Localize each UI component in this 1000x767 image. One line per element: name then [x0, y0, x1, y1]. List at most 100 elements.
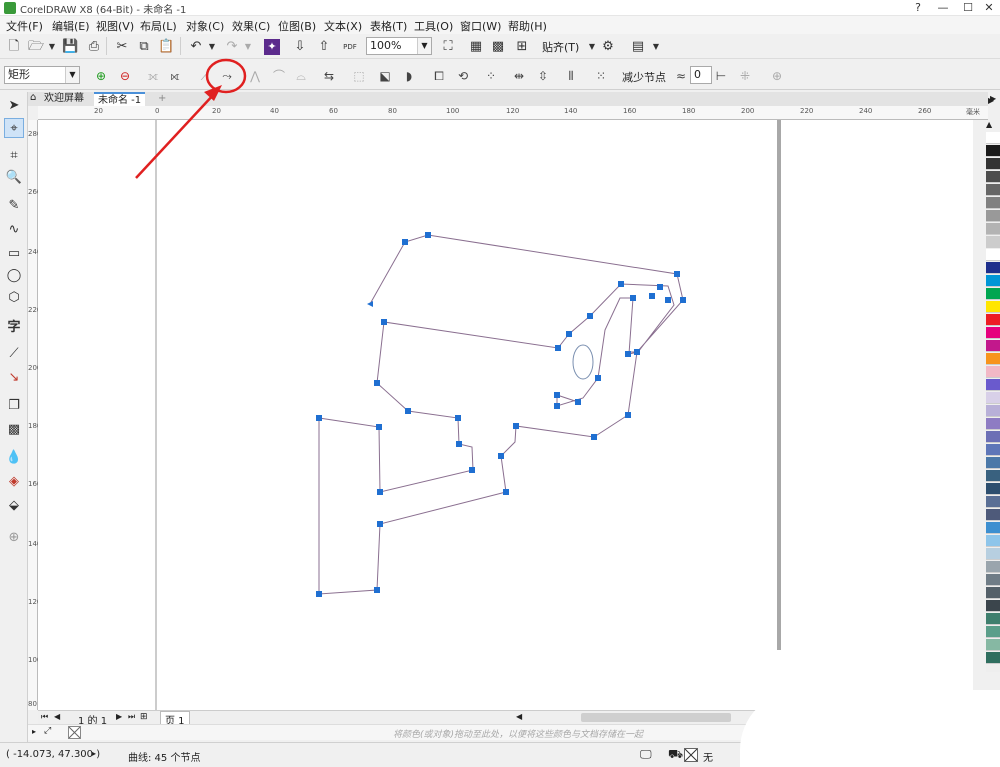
prev-page-icon[interactable]: ◀ [54, 712, 60, 721]
select-all-nodes-icon[interactable]: ⁙ [592, 67, 610, 85]
outline-color-swatch[interactable] [684, 748, 698, 762]
palette-swatch[interactable] [986, 249, 1000, 261]
align-nodes-icon[interactable]: ⁘ [482, 67, 500, 85]
curve-node[interactable] [566, 331, 572, 337]
first-page-icon[interactable]: ⏮ [41, 712, 48, 722]
curve-node[interactable] [674, 271, 680, 277]
palette-swatch[interactable] [986, 301, 1000, 313]
lens-ellipse[interactable] [572, 344, 594, 380]
tab-document[interactable]: 未命名 -1 [94, 92, 146, 106]
palette-swatch[interactable] [986, 236, 1000, 248]
new-document-icon[interactable]: 🗋 [6, 39, 22, 55]
curve-node[interactable] [630, 295, 636, 301]
zoom-tool-icon[interactable]: 🔍 [4, 168, 24, 188]
text-tool-icon[interactable]: 字 [4, 318, 24, 338]
cut-icon[interactable]: ✂ [114, 39, 130, 55]
menu-view[interactable]: 视图(V) [96, 18, 134, 34]
palette-swatch[interactable] [986, 522, 1000, 534]
palette-swatch[interactable] [986, 652, 1000, 664]
help-button[interactable]: ? [905, 0, 931, 16]
palette-swatch[interactable] [986, 314, 1000, 326]
camera-curve[interactable] [316, 232, 686, 597]
curve-node[interactable] [376, 424, 382, 430]
shape-tool-icon[interactable]: ⌖ [4, 118, 24, 138]
palette-swatch[interactable] [986, 353, 1000, 365]
palette-swatch[interactable] [986, 483, 1000, 495]
undo-icon[interactable]: ↶ [188, 39, 204, 55]
snap-to-menu[interactable]: 贴齐(T) [542, 39, 579, 55]
curve-node[interactable] [513, 423, 519, 429]
close-curve-icon[interactable]: ◗ [400, 67, 418, 85]
interactive-fill-icon[interactable]: ◈ [4, 472, 24, 492]
palette-swatch[interactable] [986, 223, 1000, 235]
horizontal-scrollbar-thumb[interactable] [581, 713, 731, 722]
smart-fill-icon[interactable]: ⬙ [4, 496, 24, 516]
drawing-canvas[interactable] [38, 120, 973, 710]
smoothness-slider-icon[interactable]: ⊢ [712, 67, 730, 85]
palette-swatch[interactable] [986, 431, 1000, 443]
connector-tool-icon[interactable]: ↘ [4, 368, 24, 388]
curve-node[interactable] [680, 297, 686, 303]
rotate-nodes-icon[interactable]: ⟲ [454, 67, 472, 85]
freehand-tool-icon[interactable]: ✎ [4, 196, 24, 216]
show-guidelines-icon[interactable]: ⊞ [514, 39, 530, 55]
curve-node[interactable] [469, 467, 475, 473]
color-proof-icon[interactable]: 🖵 [640, 747, 652, 762]
palette-swatch[interactable] [986, 288, 1000, 300]
palette-menu-icon[interactable]: ▸ [32, 727, 36, 736]
artistic-media-icon[interactable]: ∿ [4, 220, 24, 240]
curve-node[interactable] [591, 434, 597, 440]
curve-node[interactable] [456, 441, 462, 447]
minimize-button[interactable]: — [930, 0, 956, 16]
menu-text[interactable]: 文本(X) [324, 18, 362, 34]
import-icon[interactable]: ⇩ [292, 39, 308, 55]
curve-node[interactable] [498, 453, 504, 459]
application-launcher-icon[interactable]: ▤ [630, 39, 646, 55]
cusp-node-icon[interactable]: ⋀ [246, 67, 264, 85]
menu-tools[interactable]: 工具(O) [414, 18, 453, 34]
palette-swatch[interactable] [986, 392, 1000, 404]
drop-shadow-icon[interactable]: ❐ [4, 396, 24, 416]
transparency-tool-icon[interactable]: ▩ [4, 420, 24, 440]
crop-tool-icon[interactable]: ⌗ [4, 146, 24, 166]
add-tool-icon[interactable]: ⊕ [4, 528, 24, 548]
smooth-node-icon[interactable]: ⌒ [270, 67, 288, 85]
ellipse-tool-icon[interactable]: ◯ [4, 266, 24, 286]
no-color-swatch[interactable] [68, 726, 81, 739]
full-screen-icon[interactable]: ⛶ [440, 39, 456, 55]
menu-window[interactable]: 窗口(W) [460, 18, 501, 34]
next-page-icon[interactable]: ▶ [116, 712, 122, 721]
curve-node[interactable] [425, 232, 431, 238]
publish-pdf-icon[interactable]: PDF [340, 39, 360, 55]
curve-node[interactable] [455, 415, 461, 421]
curve-node[interactable] [316, 415, 322, 421]
menu-bitmaps[interactable]: 位图(B) [278, 18, 316, 34]
boundary-marquee-icon[interactable]: ⁜ [736, 67, 754, 85]
curve-node[interactable] [625, 351, 631, 357]
palette-expand-icon[interactable]: ▶ [988, 96, 994, 105]
mirror-vertical-icon[interactable]: ⇳ [534, 67, 552, 85]
print-icon[interactable]: ⎙ [86, 39, 102, 55]
horizontal-ruler[interactable]: 20 0 20 40 60 80 100 120 140 160 180 200… [38, 106, 988, 120]
parallel-dimension-icon[interactable]: ⟋ [4, 344, 24, 364]
add-more-icon[interactable]: ⊕ [768, 67, 786, 85]
palette-swatch[interactable] [986, 587, 1000, 599]
mirror-horizontal-icon[interactable]: ⇹ [510, 67, 528, 85]
curve-node[interactable] [402, 239, 408, 245]
palette-swatch[interactable] [986, 535, 1000, 547]
to-curve-icon[interactable]: ⤳ [218, 67, 236, 85]
curve-node[interactable] [377, 489, 383, 495]
palette-swatch[interactable] [986, 171, 1000, 183]
reduce-nodes-button[interactable]: 减少节点 [622, 69, 666, 85]
palette-swatch[interactable] [986, 509, 1000, 521]
curve-node[interactable] [503, 489, 509, 495]
tab-welcome-screen[interactable]: 欢迎屏幕 [40, 92, 88, 106]
palette-swatch[interactable] [986, 418, 1000, 430]
extend-curve-icon[interactable]: ⬚ [350, 67, 368, 85]
palette-swatch[interactable] [986, 210, 1000, 222]
palette-swatch[interactable] [986, 262, 1000, 274]
menu-layout[interactable]: 布局(L) [140, 18, 177, 34]
palette-swatch[interactable] [986, 496, 1000, 508]
break-curve-icon[interactable]: ⟖ [166, 67, 184, 85]
symmetrical-node-icon[interactable]: ⌓ [292, 67, 310, 85]
